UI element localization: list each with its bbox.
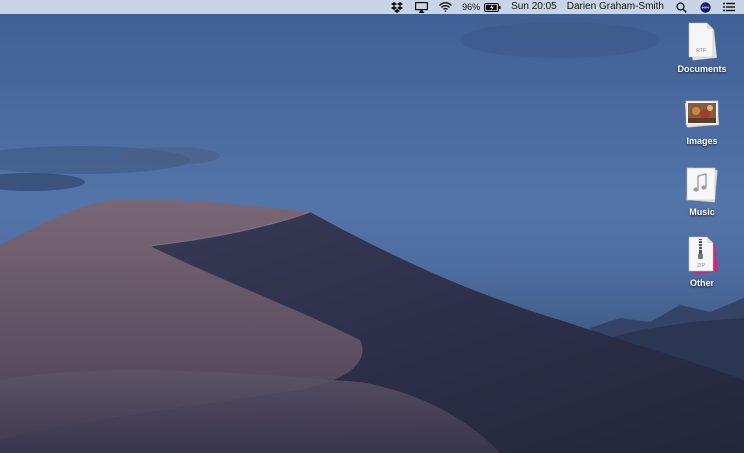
siri-icon: [698, 1, 712, 13]
battery-percent: 96%: [462, 2, 481, 12]
spotlight-search-icon: [674, 1, 688, 13]
zip-badge: ZIP: [697, 263, 705, 269]
music-stack-icon: [682, 163, 722, 205]
desktop[interactable]: 96% Sun 20:05 Darien Graham-Smith RTF Do…: [0, 0, 744, 453]
zip-archive-stack-icon: ZIP: [682, 234, 722, 276]
battery-menu[interactable]: 96%: [462, 0, 501, 14]
stack-label: Other: [689, 278, 714, 288]
clock[interactable]: Sun 20:05: [511, 0, 557, 14]
dropbox-icon: [390, 1, 404, 13]
wifi-icon: [438, 1, 452, 13]
wifi-menu[interactable]: [438, 0, 452, 14]
stack-other[interactable]: ZIP Other: [669, 234, 735, 288]
clock-text: Sun 20:05: [511, 1, 557, 12]
mojave-wallpaper: [0, 22, 744, 453]
photo-stack-icon: [682, 92, 722, 134]
stack-music[interactable]: Music: [669, 163, 735, 217]
rtf-document-stack-icon: RTF: [682, 20, 722, 62]
user-name: Darien Graham-Smith: [566, 1, 664, 12]
stack-label: Images: [686, 136, 718, 146]
battery-icon: [483, 1, 501, 13]
notification-center-icon: [722, 1, 736, 13]
stack-label: Documents: [677, 64, 727, 74]
menu-bar: 96% Sun 20:05 Darien Graham-Smith: [0, 0, 744, 14]
stack-label: Music: [689, 207, 715, 217]
dropbox-menu[interactable]: [390, 0, 404, 14]
spotlight-button[interactable]: [674, 0, 688, 14]
notification-center-button[interactable]: [722, 0, 736, 14]
rtf-badge: RTF: [696, 48, 706, 54]
stack-images[interactable]: Images: [669, 92, 735, 146]
airplay-menu[interactable]: [414, 0, 428, 14]
siri-button[interactable]: [698, 0, 712, 14]
stack-documents[interactable]: RTF Documents: [669, 20, 735, 74]
user-menu[interactable]: Darien Graham-Smith: [567, 0, 664, 14]
airplay-icon: [414, 1, 428, 13]
